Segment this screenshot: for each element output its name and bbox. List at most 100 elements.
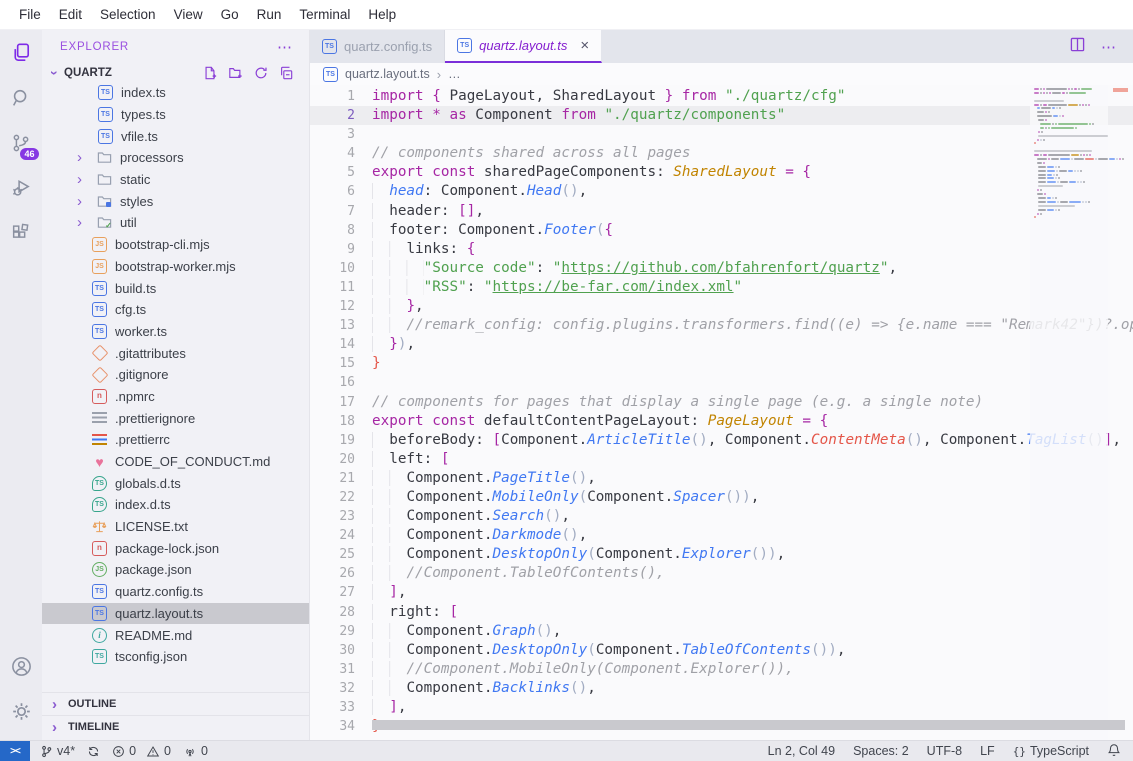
code-line-8[interactable]: 8 footer: Component.Footer({ [310,221,1133,240]
editor-more-actions-icon[interactable]: ⋯ [1101,38,1117,56]
file-tree-item-vfile.ts[interactable]: TSvfile.ts [42,125,309,147]
menu-edit[interactable]: Edit [50,4,91,25]
remote-indicator[interactable]: >< [0,741,30,761]
menu-file[interactable]: File [10,4,50,25]
code-line-7[interactable]: 7 header: [], [310,202,1133,221]
run-debug-icon[interactable] [0,165,42,210]
minimap[interactable] [1030,85,1108,740]
code-line-12[interactable]: 12 }, [310,297,1133,316]
code-line-26[interactable]: 26 //Component.TableOfContents(), [310,564,1133,583]
code-line-18[interactable]: 18export const defaultContentPageLayout:… [310,412,1133,431]
file-tree-item-readme.md[interactable]: iREADME.md [42,624,309,646]
breadcrumb-file[interactable]: quartz.layout.ts [345,67,430,81]
breadcrumb[interactable]: TS quartz.layout.ts › … [310,63,1133,85]
file-tree-item-worker.ts[interactable]: TSworker.ts [42,321,309,343]
code-line-19[interactable]: 19 beforeBody: [Component.ArticleTitle()… [310,431,1133,450]
code-line-27[interactable]: 27 ], [310,583,1133,602]
code-line-22[interactable]: 22 Component.MobileOnly(Component.Spacer… [310,488,1133,507]
new-file-icon[interactable] [203,66,217,80]
source-control-icon[interactable]: 46 [0,120,42,165]
close-icon[interactable]: × [580,37,589,54]
code-line-5[interactable]: 5export const sharedPageComponents: Shar… [310,163,1133,182]
settings-gear-icon[interactable] [0,689,42,734]
file-tree-item-index.ts[interactable]: TSindex.ts [42,82,309,104]
code-line-16[interactable]: 16 [310,373,1133,392]
file-tree-item-package.json[interactable]: JSpackage.json [42,559,309,581]
file-tree-item-package-lock.json[interactable]: npackage-lock.json [42,537,309,559]
file-tree-item-quartz.layout.ts[interactable]: TSquartz.layout.ts [42,603,309,625]
file-tree-item-globals.d.ts[interactable]: TSglobals.d.ts [42,472,309,494]
cursor-position[interactable]: Ln 2, Col 49 [768,744,835,758]
code-line-1[interactable]: 1import { PageLayout, SharedLayout } fro… [310,87,1133,106]
code-editor[interactable]: 1import { PageLayout, SharedLayout } fro… [310,85,1133,740]
menu-selection[interactable]: Selection [91,4,165,25]
extensions-icon[interactable] [0,210,42,255]
code-line-2[interactable]: 2import * as Component from "./quartz/co… [310,106,1133,125]
code-line-3[interactable]: 3 [310,125,1133,144]
file-tree-item-quartz.config.ts[interactable]: TSquartz.config.ts [42,581,309,603]
code-line-24[interactable]: 24 Component.Darkmode(), [310,526,1133,545]
code-line-11[interactable]: 11 "RSS": "https://be-far.com/index.xml" [310,278,1133,297]
accounts-icon[interactable] [0,644,42,689]
menu-help[interactable]: Help [359,4,405,25]
collapse-all-icon[interactable] [279,66,293,80]
file-tree-item-license.txt[interactable]: LICENSE.txt [42,516,309,538]
file-tree-item-.gitignore[interactable]: .gitignore [42,364,309,386]
file-tree-item-.gitattributes[interactable]: .gitattributes [42,342,309,364]
file-tree-item-util[interactable]: ›✓util [42,212,309,234]
code-line-10[interactable]: 10 "Source code": "https://github.com/bf… [310,259,1133,278]
code-line-6[interactable]: 6 head: Component.Head(), [310,182,1133,201]
file-tree-item-index.d.ts[interactable]: TSindex.d.ts [42,494,309,516]
language-mode[interactable]: {} TypeScript [1013,744,1089,758]
file-tree-item-cfg.ts[interactable]: TScfg.ts [42,299,309,321]
encoding-setting[interactable]: UTF-8 [927,744,962,758]
code-line-20[interactable]: 20 left: [ [310,450,1133,469]
problems-status[interactable]: 0 0 [112,744,171,758]
code-line-4[interactable]: 4// components shared across all pages [310,144,1133,163]
file-tree-item-bootstrap-worker.mjs[interactable]: JSbootstrap-worker.mjs [42,256,309,278]
breadcrumb-symbol[interactable]: … [448,67,461,81]
sync-status[interactable] [87,745,100,758]
code-line-28[interactable]: 28 right: [ [310,603,1133,622]
horizontal-scrollbar[interactable] [372,720,1125,730]
outline-panel-header[interactable]: › OUTLINE [42,692,309,715]
file-tree-item-types.ts[interactable]: TStypes.ts [42,104,309,126]
search-icon[interactable] [0,75,42,120]
code-line-9[interactable]: 9 links: { [310,240,1133,259]
notifications-bell-icon[interactable] [1107,743,1121,760]
eol-setting[interactable]: LF [980,744,995,758]
code-line-13[interactable]: 13 //remark_config: config.plugins.trans… [310,316,1133,335]
tab-quartz-config[interactable]: TS quartz.config.ts [310,30,445,63]
file-tree-item-styles[interactable]: ›styles [42,190,309,212]
code-line-23[interactable]: 23 Component.Search(), [310,507,1133,526]
sidebar-more-actions[interactable]: ⋯ [277,38,293,56]
indentation-setting[interactable]: Spaces: 2 [853,744,909,758]
code-line-25[interactable]: 25 Component.DesktopOnly(Component.Explo… [310,545,1133,564]
code-line-14[interactable]: 14 }), [310,335,1133,354]
file-tree-item-code-of-conduct.md[interactable]: ♥CODE_OF_CONDUCT.md [42,451,309,473]
project-section-header[interactable]: › QUARTZ [42,64,309,82]
new-folder-icon[interactable] [228,66,243,80]
file-tree-item-processors[interactable]: ›processors [42,147,309,169]
explorer-icon[interactable] [0,30,42,75]
menu-go[interactable]: Go [212,4,248,25]
file-tree-item-build.ts[interactable]: TSbuild.ts [42,277,309,299]
file-tree-item-tsconfig.json[interactable]: TStsconfig.json [42,646,309,668]
split-editor-icon[interactable] [1070,37,1085,57]
menu-terminal[interactable]: Terminal [290,4,359,25]
code-line-32[interactable]: 32 Component.Backlinks(), [310,679,1133,698]
code-line-31[interactable]: 31 //Component.MobileOnly(Component.Expl… [310,660,1133,679]
tab-quartz-layout[interactable]: TS quartz.layout.ts × [445,30,602,63]
code-line-21[interactable]: 21 Component.PageTitle(), [310,469,1133,488]
code-line-15[interactable]: 15} [310,354,1133,373]
file-tree-item-static[interactable]: ›static [42,169,309,191]
menu-view[interactable]: View [165,4,212,25]
menu-run[interactable]: Run [248,4,291,25]
file-tree-item-.prettierignore[interactable]: .prettierignore [42,407,309,429]
file-tree-item-bootstrap-cli.mjs[interactable]: JSbootstrap-cli.mjs [42,234,309,256]
code-line-29[interactable]: 29 Component.Graph(), [310,622,1133,641]
code-line-33[interactable]: 33 ], [310,698,1133,717]
code-line-17[interactable]: 17// components for pages that display a… [310,393,1133,412]
file-tree-item-.npmrc[interactable]: n.npmrc [42,386,309,408]
timeline-panel-header[interactable]: › TIMELINE [42,715,309,738]
